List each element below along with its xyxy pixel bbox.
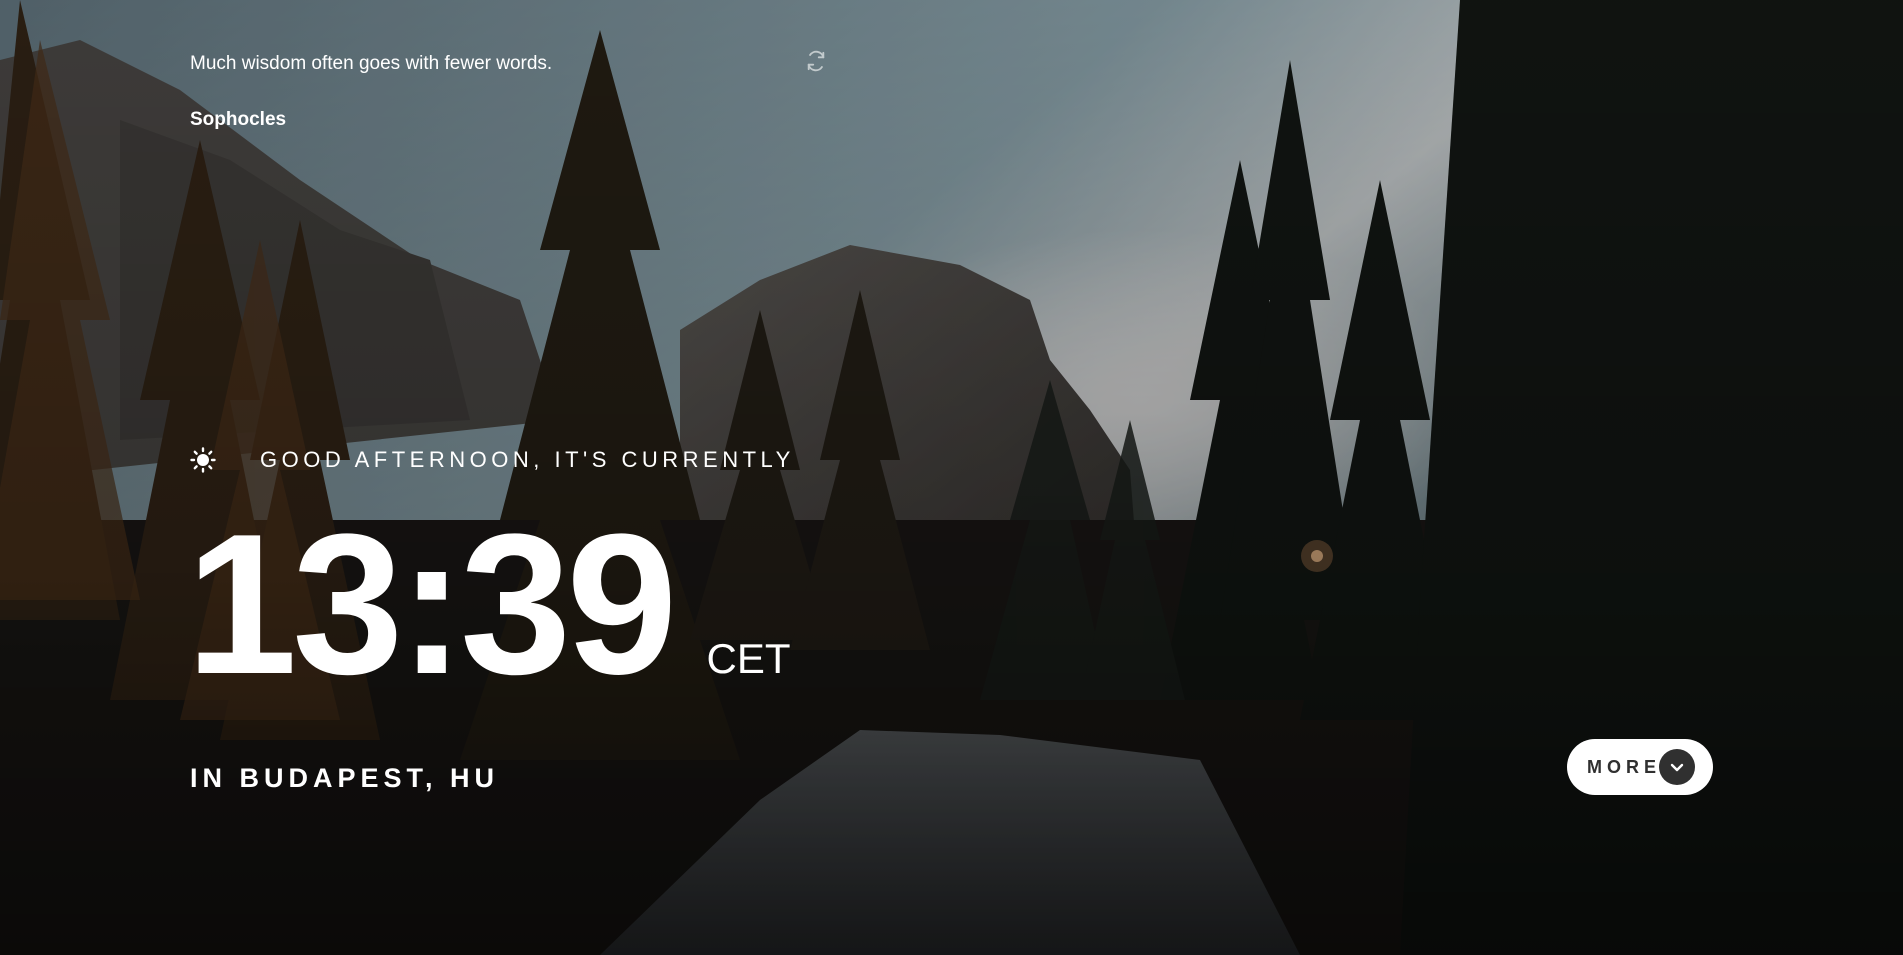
current-time: 13:39	[186, 493, 678, 716]
clock: 13:39 CET	[186, 505, 791, 705]
location: In Budapest, HU	[190, 763, 500, 793]
timezone-abbreviation: CET	[706, 635, 791, 682]
quote-text: Much wisdom often goes with fewer words.	[190, 53, 553, 74]
greeting-text: Good afternoon, it's currently	[260, 447, 795, 472]
quote-author: Sophocles	[190, 109, 287, 130]
sun-icon	[190, 447, 216, 473]
more-button-label: MORE	[1587, 756, 1661, 777]
chevron-down-icon	[1659, 749, 1695, 785]
clock-app: Much wisdom often goes with fewer words.…	[0, 0, 1903, 955]
more-button[interactable]: MORE	[1567, 739, 1713, 795]
quote-block: Much wisdom often goes with fewer words.…	[190, 50, 850, 134]
refresh-icon[interactable]	[805, 50, 827, 72]
background-image	[0, 0, 1903, 955]
greeting: Good afternoon, it's currently	[190, 447, 795, 473]
